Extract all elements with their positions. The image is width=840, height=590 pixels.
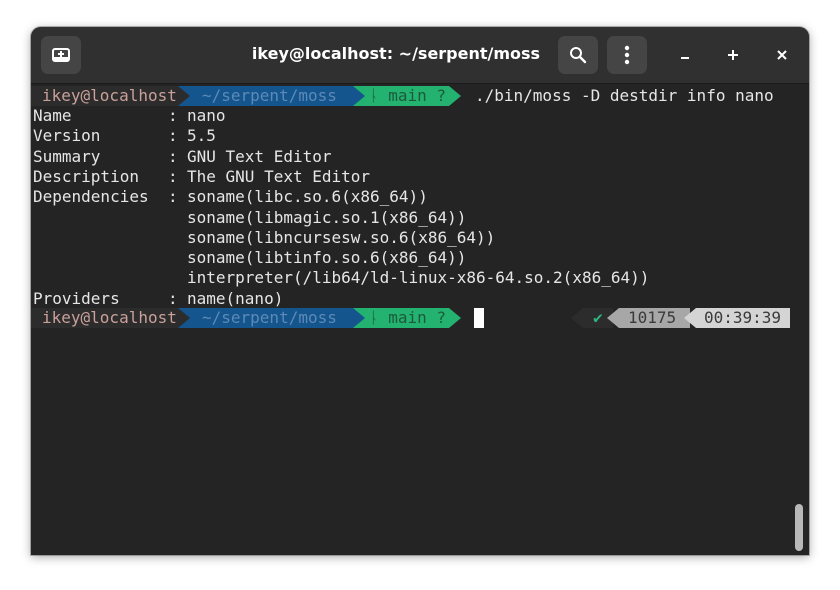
new-tab-button[interactable]	[41, 36, 81, 74]
output-value: nano	[187, 106, 226, 125]
titlebar: ikey@localhost: ~/serpent/moss	[31, 27, 809, 84]
prompt-time: 00:39:39	[696, 308, 790, 328]
prompt-host: ikey@localhost	[31, 86, 178, 106]
scrollbar[interactable]	[795, 504, 803, 551]
output-label: Description	[33, 166, 139, 186]
git-branch-icon: ᚿ	[369, 86, 379, 105]
text-cursor	[474, 308, 484, 328]
output-value: name(nano)	[187, 288, 284, 308]
prompt-directory: ~/serpent/moss	[190, 308, 353, 328]
output-label: Name	[33, 106, 72, 125]
output-separator: :	[168, 146, 178, 166]
maximize-button[interactable]	[719, 41, 747, 69]
git-branch-label: main ?	[378, 86, 447, 105]
git-branch-label: main ?	[378, 308, 447, 327]
main-menu-button[interactable]	[607, 36, 647, 74]
close-icon	[777, 50, 787, 60]
terminal-window: ikey@localhost: ~/serpent/moss ikey@loca…	[31, 27, 809, 555]
terminal-area[interactable]: ikey@localhost ~/serpent/moss ᚿ main ? .…	[31, 84, 809, 555]
new-tab-icon	[52, 48, 70, 62]
prompt-host: ikey@localhost	[31, 308, 178, 328]
output-separator: :	[168, 166, 178, 186]
prompt-separator-icon	[449, 86, 461, 106]
prompt-separator-icon	[178, 86, 190, 106]
minimize-button[interactable]	[671, 41, 699, 69]
maximize-icon	[728, 50, 738, 60]
prompt-directory: ~/serpent/moss	[190, 86, 353, 106]
prompt-git-branch: ᚿ main ?	[365, 86, 449, 106]
right-prompt-separator-icon	[571, 308, 583, 328]
output-value: soname(libncursesw.so.6(x86_64))	[187, 227, 496, 247]
window-title: ikey@localhost: ~/serpent/moss	[251, 44, 541, 63]
prompt-separator-icon	[178, 308, 190, 328]
output-separator: :	[168, 288, 178, 308]
command-text: ./bin/moss -D destdir info nano	[475, 86, 774, 105]
output-separator: :	[168, 106, 178, 125]
output-label: Summary	[33, 146, 101, 166]
output-value: 5.5	[187, 126, 216, 146]
output-separator: :	[168, 126, 178, 146]
right-prompt-separator-icon	[684, 308, 696, 328]
output-label: Providers	[33, 288, 120, 308]
output-label: Dependencies	[33, 187, 149, 207]
prompt-pid: 10175	[619, 308, 690, 328]
output-separator: :	[168, 187, 178, 207]
output-value: soname(libtinfo.so.6(x86_64))	[187, 248, 467, 268]
search-icon	[570, 47, 587, 64]
prompt-git-branch: ᚿ main ?	[365, 308, 449, 328]
prompt-separator-icon	[353, 86, 365, 106]
prompt-line-active: ikey@localhost ~/serpent/moss ᚿ main ? ✔…	[31, 308, 791, 328]
close-button[interactable]	[768, 41, 796, 69]
search-button[interactable]	[558, 36, 598, 74]
vertical-ellipsis-icon	[624, 45, 630, 65]
output-label: Version	[33, 126, 101, 146]
prompt-separator-icon	[353, 308, 365, 328]
prompt-line: ikey@localhost ~/serpent/moss ᚿ main ? .…	[31, 86, 791, 106]
minimize-icon	[681, 57, 689, 59]
output-value: GNU Text Editor	[187, 146, 332, 166]
output-value: soname(libc.so.6(x86_64))	[187, 187, 428, 207]
output-value: interpreter(/lib64/ld-linux-x86-64.so.2(…	[187, 268, 650, 288]
prompt-separator-icon	[449, 308, 461, 328]
output-value: soname(libmagic.so.1(x86_64))	[187, 207, 467, 227]
right-prompt-separator-icon	[607, 308, 619, 328]
git-branch-icon: ᚿ	[369, 308, 379, 327]
output-value: The GNU Text Editor	[187, 166, 371, 186]
